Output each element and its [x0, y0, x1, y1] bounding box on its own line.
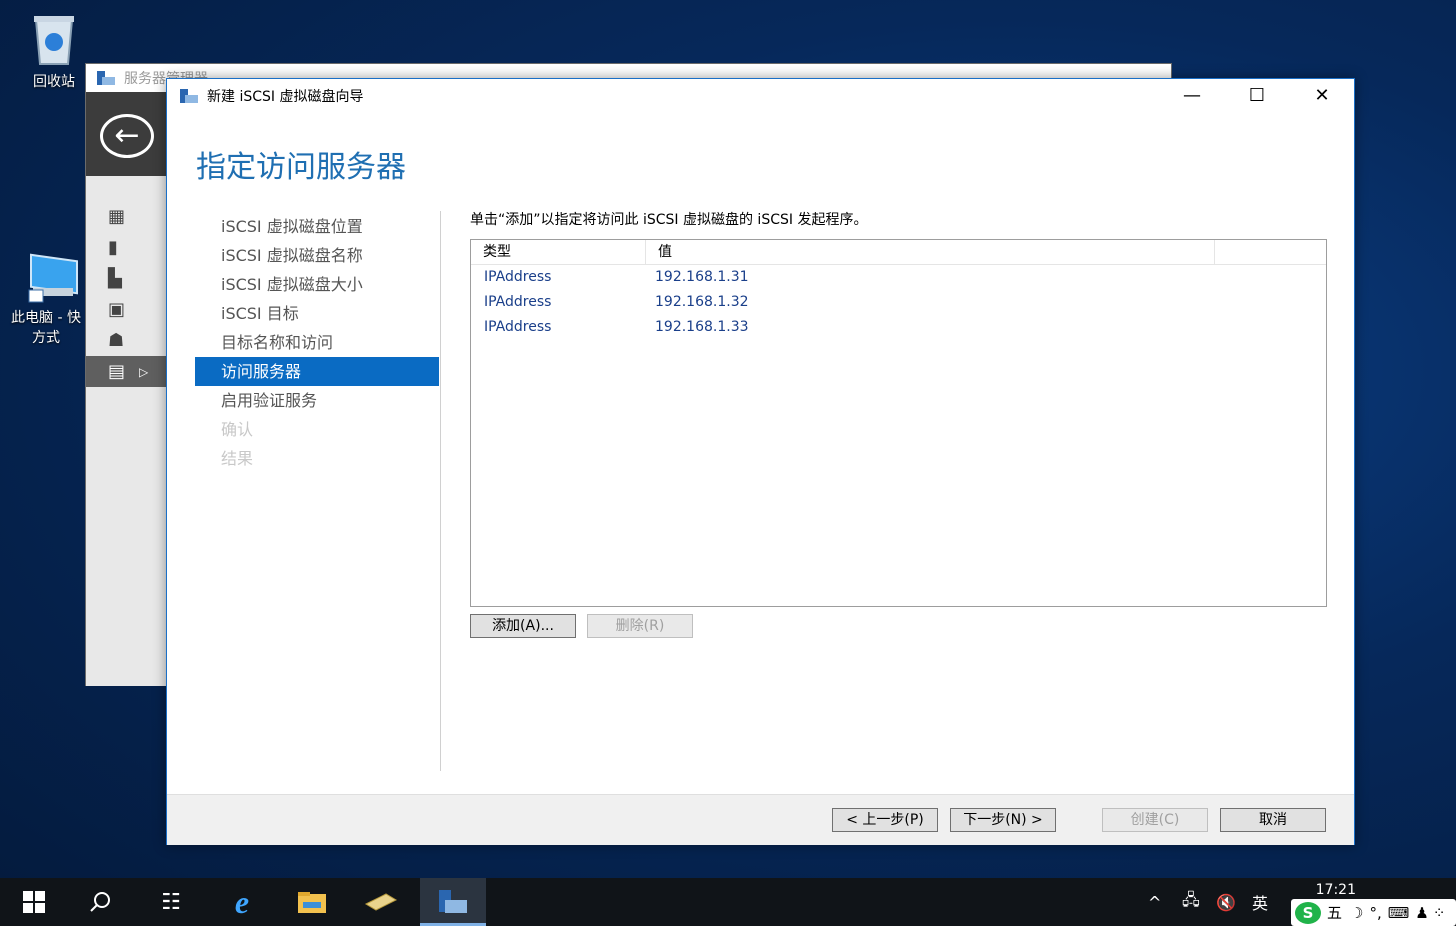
all-servers-icon[interactable]: ▙: [86, 263, 166, 294]
wizard-app-icon: [180, 89, 198, 103]
next-button[interactable]: 下一步(N) >: [950, 808, 1056, 832]
create-button[interactable]: 创建(C): [1102, 808, 1208, 832]
punctuation-icon: °,: [1369, 903, 1382, 922]
cancel-button[interactable]: 取消: [1220, 808, 1326, 832]
server-manager-icon: [97, 71, 115, 85]
file-explorer-icon[interactable]: [283, 878, 341, 926]
initiator-list[interactable]: 类型 值 IPAddress 192.168.1.31 IPAddress 19…: [470, 239, 1327, 607]
trash-icon: [34, 16, 74, 65]
close-icon[interactable]: ✕: [1290, 79, 1354, 113]
step-item-disabled: 确认: [221, 420, 254, 439]
start-windows-icon[interactable]: [5, 878, 63, 926]
iis-icon[interactable]: ☗: [86, 325, 166, 356]
add-button[interactable]: 添加(A)...: [470, 614, 576, 638]
instruction-text: 单击“添加”以指定将访问此 iSCSI 虚拟磁盘的 iSCSI 发起程序。: [470, 212, 868, 228]
server-manager-nav: ← ▦ ▮ ▙ ▣ ☗ ▤ ▷: [86, 92, 166, 686]
wizard-title: 新建 iSCSI 虚拟磁盘向导: [207, 89, 364, 105]
task-view-icon[interactable]: ☷: [142, 878, 200, 926]
cell-value: 192.168.1.33: [655, 319, 749, 335]
step-item[interactable]: iSCSI 虚拟磁盘大小: [195, 270, 439, 299]
wizard-steps: iSCSI 虚拟磁盘位置 iSCSI 虚拟磁盘名称 iSCSI 虚拟磁盘大小 i…: [195, 212, 439, 473]
file-storage-icon[interactable]: ▤ ▷: [86, 356, 166, 387]
computer-icon: [28, 253, 78, 303]
column-header-type[interactable]: 类型: [471, 240, 646, 264]
step-item[interactable]: iSCSI 虚拟磁盘名称: [195, 241, 439, 270]
recycle-bin-icon[interactable]: 回收站: [14, 10, 94, 92]
maximize-icon[interactable]: ☐: [1225, 79, 1289, 113]
table-row[interactable]: IPAddress 192.168.1.31: [471, 265, 1326, 290]
server-tool-icon[interactable]: [352, 878, 410, 926]
cell-type: IPAddress: [484, 319, 552, 335]
page-title: 指定访问服务器: [196, 150, 406, 185]
sogou-s-icon: S: [1295, 901, 1321, 924]
cell-type: IPAddress: [484, 294, 552, 310]
network-warning-icon[interactable]: 🖧: [1182, 878, 1200, 926]
file-services-icon[interactable]: ▣: [86, 294, 166, 325]
wizard-titlebar[interactable]: 新建 iSCSI 虚拟磁盘向导 — ☐ ✕: [167, 79, 1354, 113]
step-item[interactable]: iSCSI 虚拟磁盘位置: [195, 212, 439, 241]
previous-button[interactable]: < 上一步(P): [832, 808, 938, 832]
clock-time[interactable]: 17:21: [1316, 882, 1356, 898]
cell-type: IPAddress: [484, 269, 552, 285]
divider: [440, 211, 441, 771]
cell-value: 192.168.1.31: [655, 269, 749, 285]
this-pc-label-2: 方式: [32, 330, 60, 346]
step-item[interactable]: 启用验证服务: [195, 386, 439, 415]
grid-icon: ⁘: [1432, 903, 1446, 922]
table-row[interactable]: IPAddress 192.168.1.32: [471, 290, 1326, 315]
input-language[interactable]: 英: [1252, 878, 1268, 926]
this-pc-label-1: 此电脑 - 快: [11, 310, 81, 326]
dashboard-icon[interactable]: ▦: [86, 201, 166, 232]
internet-explorer-icon[interactable]: e: [213, 878, 271, 926]
recycle-bin-label: 回收站: [33, 74, 75, 90]
back-arrow-icon[interactable]: ←: [100, 114, 154, 158]
wizard-footer: < 上一步(P) 下一步(N) > 创建(C) 取消: [167, 794, 1354, 845]
half-moon-icon: ☽: [1350, 903, 1364, 922]
step-item[interactable]: 目标名称和访问: [195, 328, 439, 357]
search-icon[interactable]: [72, 878, 130, 926]
cell-value: 192.168.1.32: [655, 294, 749, 310]
step-item-disabled: 结果: [221, 449, 254, 468]
ime-toolbar[interactable]: S 五 ☽ °, ⌨ ♟ ⁘: [1291, 899, 1456, 926]
step-item[interactable]: iSCSI 目标: [195, 299, 439, 328]
remove-button[interactable]: 删除(R): [587, 614, 693, 638]
this-pc-shortcut[interactable]: 此电脑 - 快 方式: [0, 250, 92, 348]
keyboard-icon: ⌨: [1387, 903, 1410, 922]
nav-header: ←: [86, 92, 166, 176]
taskbar: ☷ e ^ 🖧 🔇 英 17:21: [0, 878, 1456, 926]
step-item-active[interactable]: 访问服务器: [195, 357, 439, 386]
iscsi-wizard-window: 新建 iSCSI 虚拟磁盘向导 — ☐ ✕ 指定访问服务器 iSCSI 虚拟磁盘…: [166, 78, 1355, 845]
show-hidden-icons-icon[interactable]: ^: [1148, 878, 1161, 926]
server-manager-taskbar-icon[interactable]: [420, 878, 486, 926]
minimize-icon[interactable]: —: [1160, 79, 1224, 113]
list-header: 类型 值: [471, 240, 1326, 265]
table-row[interactable]: IPAddress 192.168.1.33: [471, 315, 1326, 340]
user-icon: ♟: [1415, 903, 1429, 922]
column-header-value[interactable]: 值: [646, 240, 1215, 264]
volume-muted-icon[interactable]: 🔇: [1216, 878, 1236, 926]
ime-mode: 五: [1327, 904, 1343, 922]
local-server-icon[interactable]: ▮: [86, 232, 166, 263]
